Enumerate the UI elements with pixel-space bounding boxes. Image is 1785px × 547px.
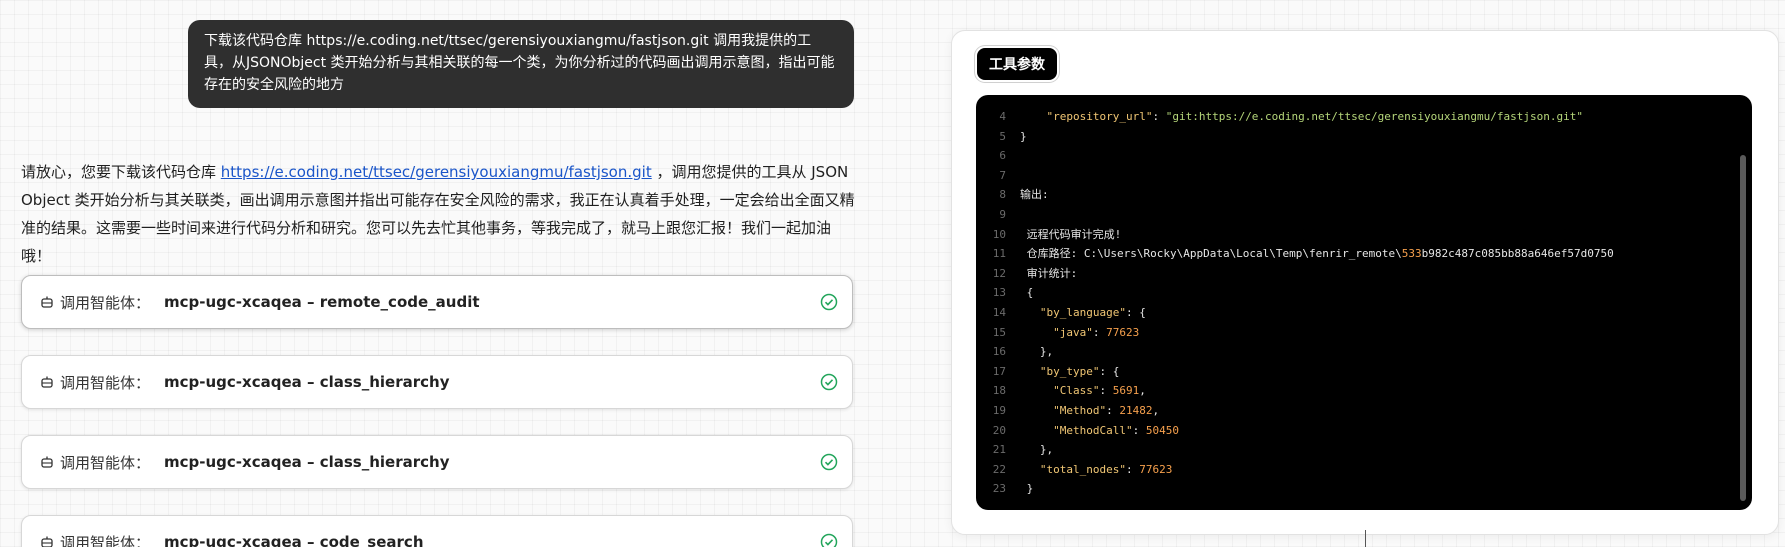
scrollbar[interactable] xyxy=(1740,155,1746,501)
line-number: 5 xyxy=(999,129,1006,143)
line-number: 22 xyxy=(992,462,1006,476)
code-line: 9 xyxy=(976,205,1732,225)
line-number: 15 xyxy=(992,325,1006,339)
user-message-bubble: 下载该代码仓库 https://e.coding.net/ttsec/geren… xyxy=(188,20,854,108)
line-number: 20 xyxy=(992,423,1006,437)
tool-call-card[interactable]: 调用智能体： mcp-ugc-xcaqea – class_hierarchy xyxy=(21,355,853,409)
tool-call-name: mcp-ugc-xcaqea – remote_code_audit xyxy=(164,293,480,311)
code-text: "by_type": { xyxy=(1039,364,1120,378)
code-lines: 4 "repository_url": "git:https://e.codin… xyxy=(976,107,1732,499)
code-text: 远程代码审计完成! xyxy=(1020,227,1122,241)
code-text: }, xyxy=(1020,345,1054,359)
line-number: 12 xyxy=(992,266,1006,280)
code-text: "MethodCall": 50450 xyxy=(1053,423,1179,437)
tool-call-card[interactable]: 调用智能体： mcp-ugc-xcaqea – remote_code_audi… xyxy=(21,275,853,329)
code-text: "Method": 21482, xyxy=(1053,403,1160,417)
code-text: }, xyxy=(1020,443,1054,457)
code-line: 21 }, xyxy=(976,440,1732,460)
check-circle-icon xyxy=(820,453,838,471)
code-text: "java": 77623 xyxy=(1053,325,1140,339)
line-number: 8 xyxy=(999,188,1006,202)
user-message-text: 下载该代码仓库 https://e.coding.net/ttsec/geren… xyxy=(204,33,835,93)
code-line: 17 "by_type": { xyxy=(976,362,1732,382)
tool-call-name: mcp-ugc-xcaqea – class_hierarchy xyxy=(164,373,450,391)
line-number: 23 xyxy=(992,482,1006,496)
robot-icon xyxy=(41,456,53,468)
line-number: 17 xyxy=(992,364,1006,378)
code-text: } xyxy=(1020,482,1034,496)
code-text: "Class": 5691, xyxy=(1053,384,1146,398)
code-text: { xyxy=(1020,286,1034,300)
line-number: 19 xyxy=(992,403,1006,417)
line-number: 7 xyxy=(999,168,1006,182)
line-number: 16 xyxy=(992,345,1006,359)
tool-call-prefix: 调用智能体： xyxy=(60,453,151,472)
line-number: 21 xyxy=(992,443,1006,457)
code-line: 4 "repository_url": "git:https://e.codin… xyxy=(976,107,1732,127)
code-text: 仓库路径: C:\Users\Rocky\AppData\Local\Temp\… xyxy=(1020,247,1614,261)
code-line: 20 "MethodCall": 50450 xyxy=(976,421,1732,441)
tool-call-card[interactable]: 调用智能体： mcp-ugc-xcaqea – code_search xyxy=(21,515,853,547)
check-circle-icon xyxy=(820,293,838,311)
code-line: 6 xyxy=(976,146,1732,166)
robot-icon xyxy=(41,296,53,308)
code-text: "total_nodes": 77623 xyxy=(1039,462,1173,476)
code-line: 10 远程代码审计完成! xyxy=(976,225,1732,245)
code-line: 22 "total_nodes": 77623 xyxy=(976,460,1732,480)
line-number: 9 xyxy=(999,207,1006,221)
chat-column: 下载该代码仓库 https://e.coding.net/ttsec/geren… xyxy=(0,0,880,547)
tool-call-prefix: 调用智能体： xyxy=(60,293,151,312)
tool-call-name: mcp-ugc-xcaqea – code_search xyxy=(164,533,424,547)
tool-call-prefix: 调用智能体： xyxy=(60,533,151,547)
code-line: 8 输出: xyxy=(976,185,1732,205)
line-number: 6 xyxy=(999,149,1006,163)
assistant-text-before: 请放心，您要下载该代码仓库 xyxy=(21,163,221,181)
code-text: } xyxy=(1020,129,1027,143)
tool-call-prefix: 调用智能体： xyxy=(60,373,151,392)
line-number: 18 xyxy=(992,384,1006,398)
code-line: 15 "java": 77623 xyxy=(976,323,1732,343)
code-text: 审计统计: xyxy=(1020,266,1078,280)
code-line: 12 审计统计: xyxy=(976,264,1732,284)
tool-call-name: mcp-ugc-xcaqea – class_hierarchy xyxy=(164,453,450,471)
repo-link[interactable]: https://e.coding.net/ttsec/gerensiyouxia… xyxy=(221,163,652,181)
code-text: "by_language": { xyxy=(1039,305,1146,319)
code-text: 输出: xyxy=(1020,188,1049,202)
panel-title-badge: 工具参数 xyxy=(977,48,1057,80)
code-line: 19 "Method": 21482, xyxy=(976,401,1732,421)
tool-params-panel: 工具参数 4 "repository_url": "git:https://e.… xyxy=(951,30,1779,535)
code-line: 18 "Class": 5691, xyxy=(976,381,1732,401)
line-number: 14 xyxy=(992,305,1006,319)
code-line: 13 { xyxy=(976,283,1732,303)
assistant-message: 请放心，您要下载该代码仓库 https://e.coding.net/ttsec… xyxy=(21,158,859,270)
code-line: 16 }, xyxy=(976,342,1732,362)
robot-icon xyxy=(41,376,53,388)
tool-call-card[interactable]: 调用智能体： mcp-ugc-xcaqea – class_hierarchy xyxy=(21,435,853,489)
code-line: 23 } xyxy=(976,479,1732,499)
code-line: 7 xyxy=(976,166,1732,186)
code-line: 14 "by_language": { xyxy=(976,303,1732,323)
check-circle-icon xyxy=(820,373,838,391)
divider xyxy=(1365,530,1366,547)
code-output-block[interactable]: 4 "repository_url": "git:https://e.codin… xyxy=(976,95,1752,510)
line-number: 11 xyxy=(992,247,1006,261)
robot-icon xyxy=(41,536,53,547)
code-line: 5} xyxy=(976,127,1732,147)
code-text: "repository_url": "git:https://e.coding.… xyxy=(1046,110,1583,123)
code-line: 11 仓库路径: C:\Users\Rocky\AppData\Local\Te… xyxy=(976,244,1732,264)
line-number: 13 xyxy=(992,286,1006,300)
line-number: 10 xyxy=(992,227,1006,241)
check-circle-icon xyxy=(820,533,838,547)
line-number: 4 xyxy=(999,110,1006,123)
